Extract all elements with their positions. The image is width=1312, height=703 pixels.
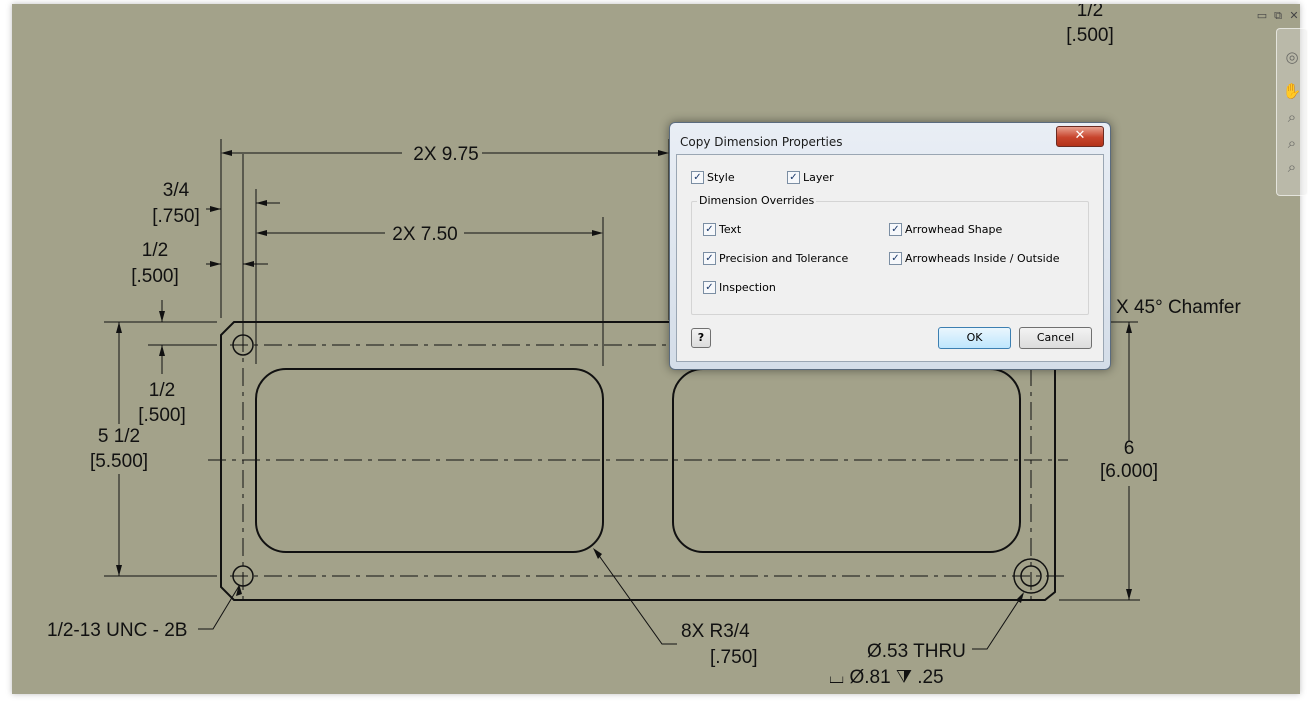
check-icon: ✓ <box>787 171 800 184</box>
pan-icon[interactable]: ✋ <box>1282 81 1302 101</box>
dim-height-55[interactable]: 5 1/2 <box>98 426 140 447</box>
restore-icon[interactable]: ⧉ <box>1272 10 1284 22</box>
orbit-icon[interactable]: ⌕ <box>1282 157 1302 177</box>
copy-dimension-properties-dialog: Copy Dimension Properties ✕ ✓ Style ✓ La… <box>669 122 1111 370</box>
help-button[interactable]: ? <box>691 328 711 348</box>
zoom-icon[interactable]: ⌕ <box>1282 107 1302 127</box>
dim-thru[interactable]: Ø.53 THRU <box>867 641 966 662</box>
cancel-button[interactable]: Cancel <box>1019 327 1092 349</box>
arrowhead-shape-label: Arrowhead Shape <box>905 223 1003 236</box>
dim-hole-half-in[interactable]: [.500] <box>138 405 186 426</box>
dialog-title: Copy Dimension Properties <box>680 135 843 149</box>
inspection-label: Inspection <box>719 281 776 294</box>
layer-checkbox[interactable]: ✓ Layer <box>787 171 834 184</box>
dim-chamfer[interactable]: X 45° Chamfer <box>1116 297 1241 318</box>
leader-radius <box>594 549 677 645</box>
dim-height-6-in[interactable]: [6.000] <box>1100 461 1158 482</box>
dim-width-975[interactable]: 2X 9.75 <box>413 144 479 165</box>
arrowheads-inside-outside-checkbox[interactable]: ✓ Arrowheads Inside / Outside <box>889 252 1059 265</box>
check-icon: ✓ <box>703 252 716 265</box>
zoom-window-icon[interactable]: ⌕ <box>1282 133 1302 153</box>
arrowheads-inside-outside-label: Arrowheads Inside / Outside <box>905 252 1060 265</box>
dialog-body: ✓ Style ✓ Layer Dimension Overrides ✓ Te… <box>676 154 1104 362</box>
ok-button[interactable]: OK <box>938 327 1011 349</box>
precision-checkbox[interactable]: ✓ Precision and Tolerance <box>703 252 848 265</box>
leader-thread <box>198 585 240 630</box>
inspection-checkbox[interactable]: ✓ Inspection <box>703 281 776 294</box>
dim-radius-in[interactable]: [.750] <box>710 647 758 668</box>
check-icon: ✓ <box>703 223 716 236</box>
check-icon: ✓ <box>691 171 704 184</box>
layer-label: Layer <box>803 171 834 184</box>
dim-three-quarter[interactable]: 3/4 <box>163 180 190 201</box>
dim-height-6[interactable]: 6 <box>1124 438 1135 459</box>
dim-left-half[interactable]: 1/2 <box>142 240 168 261</box>
dim-hole-half[interactable]: 1/2 <box>149 380 175 401</box>
dim-three-quarter-in[interactable]: [.750] <box>152 206 200 227</box>
dim-height-55-in[interactable]: [5.500] <box>90 451 148 472</box>
dim-left-half-in[interactable]: [.500] <box>131 266 179 287</box>
navigation-bar: ◎ ✋ ⌕ ⌕ ⌕ <box>1276 28 1308 196</box>
dim-width-750[interactable]: 2X 7.50 <box>392 224 458 245</box>
leader-hole <box>972 593 1024 650</box>
dim-radius[interactable]: 8X R3/4 <box>681 621 750 642</box>
close-icon[interactable]: ✕ <box>1288 10 1300 22</box>
dimension-overrides-label: Dimension Overrides <box>697 194 817 207</box>
minimize-icon[interactable]: ▭ <box>1256 10 1268 22</box>
dim-top-half[interactable]: 1/2 <box>1077 4 1103 21</box>
style-checkbox[interactable]: ✓ Style <box>691 171 735 184</box>
steering-wheel-icon[interactable]: ◎ <box>1282 47 1302 67</box>
text-label: Text <box>719 223 742 236</box>
dim-thread[interactable]: 1/2-13 UNC - 2B <box>47 620 187 641</box>
dim-cbore[interactable]: ⌴ Ø.81 ⧩ .25 <box>829 667 944 688</box>
dialog-close-button[interactable]: ✕ <box>1056 126 1104 147</box>
dim-top-half-in[interactable]: [.500] <box>1066 25 1114 46</box>
style-label: Style <box>707 171 735 184</box>
check-icon: ✓ <box>889 252 902 265</box>
check-icon: ✓ <box>889 223 902 236</box>
window-controls: ▭ ⧉ ✕ <box>1256 10 1300 22</box>
arrowhead-shape-checkbox[interactable]: ✓ Arrowhead Shape <box>889 223 1002 236</box>
check-icon: ✓ <box>703 281 716 294</box>
text-checkbox[interactable]: ✓ Text <box>703 223 741 236</box>
precision-label: Precision and Tolerance <box>719 252 849 265</box>
